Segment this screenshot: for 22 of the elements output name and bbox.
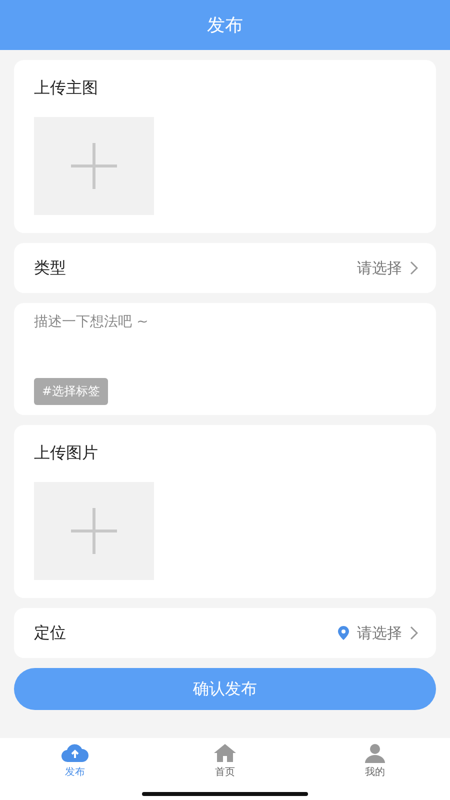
upload-slot[interactable] xyxy=(34,482,154,580)
tab-item[interactable]: 我的 xyxy=(345,742,405,800)
chevron-right-icon xyxy=(410,626,418,640)
plus-icon xyxy=(69,141,119,191)
chevron-right-icon xyxy=(410,261,418,275)
section-label: 上传图片 xyxy=(34,443,99,464)
row-value: 请选择 xyxy=(357,258,402,278)
header-title: 发布 xyxy=(0,0,450,50)
location-pin-icon xyxy=(338,626,349,640)
tab-item[interactable]: 发布 xyxy=(45,742,105,800)
upload-slot[interactable] xyxy=(34,117,154,215)
location-row[interactable]: 定位 请选择 xyxy=(14,608,436,658)
plus-icon xyxy=(69,506,119,556)
row-label: 类型 xyxy=(34,258,66,278)
type-row[interactable]: 类型 请选择 xyxy=(14,243,436,293)
tab-item[interactable]: 首页 xyxy=(195,742,255,800)
row-value: 请选择 xyxy=(357,624,402,642)
person-icon xyxy=(364,743,386,763)
home-icon xyxy=(213,743,237,763)
row-label: 定位 xyxy=(34,622,66,644)
section-label: 上传主图 xyxy=(34,78,99,99)
cloud-upload-icon xyxy=(61,743,89,763)
